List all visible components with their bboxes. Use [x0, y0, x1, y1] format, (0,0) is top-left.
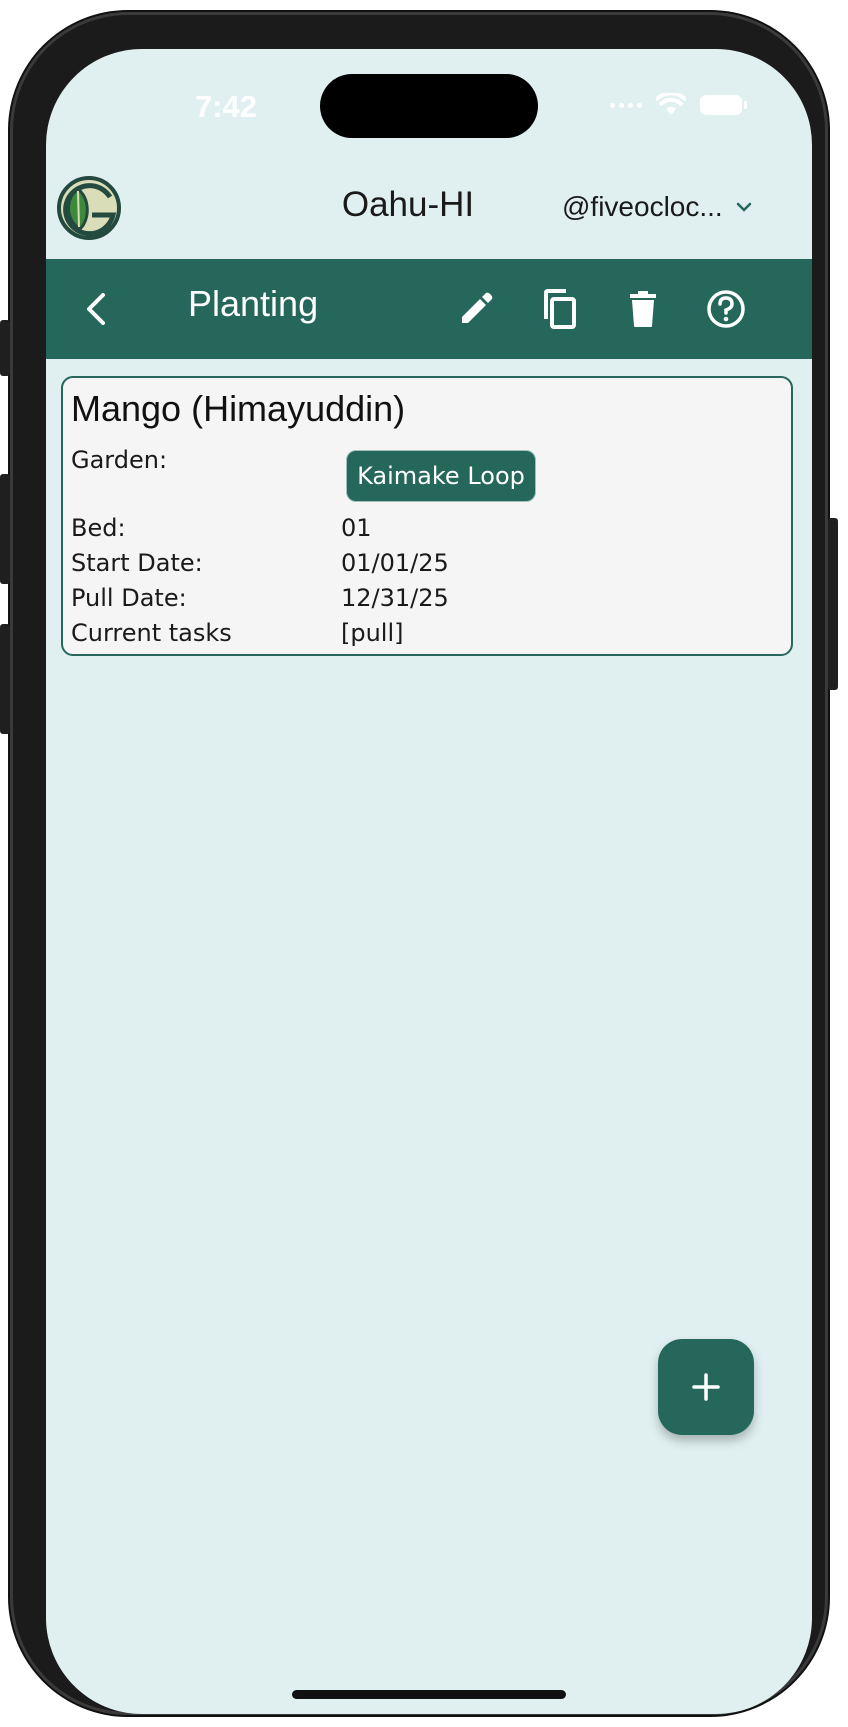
plus-icon	[692, 1373, 720, 1401]
help-circle-icon[interactable]	[704, 287, 748, 331]
planting-name: Mango (Himayuddin)	[71, 388, 406, 429]
power-button	[828, 518, 838, 690]
current-tasks-value: [pull]	[341, 619, 404, 647]
dynamic-island	[320, 74, 538, 138]
volume-up-button	[0, 474, 10, 584]
app-header: Oahu-HI @fiveocloc...	[46, 169, 812, 257]
region-label: Oahu-HI	[341, 185, 475, 224]
planting-card[interactable]: Mango (Himayuddin) Garden: Kaimake Loop …	[61, 376, 793, 656]
status-time: 7:42	[194, 89, 258, 124]
pencil-icon[interactable]	[454, 287, 498, 331]
account-selector[interactable]: @fiveocloc...	[562, 191, 755, 223]
garden-chip-button[interactable]: Kaimake Loop	[346, 450, 536, 502]
home-indicator[interactable]	[292, 1690, 566, 1699]
app-screen: 7:42 Oahu-HI @fiveocloc... Planting Mang…	[46, 49, 812, 1714]
wifi-icon	[656, 93, 686, 115]
bed-value: 01	[341, 514, 372, 542]
copy-icon[interactable]	[538, 287, 582, 331]
pull-date-value: 12/31/25	[341, 584, 449, 612]
trash-icon[interactable]	[621, 287, 665, 331]
add-button[interactable]	[658, 1339, 754, 1435]
phone-frame: 7:42 Oahu-HI @fiveocloc... Planting Mang…	[10, 12, 828, 1715]
garden-logo-icon[interactable]	[56, 175, 122, 241]
start-date-value: 01/01/25	[341, 549, 449, 577]
chevron-down-icon	[736, 202, 751, 212]
battery-icon	[700, 95, 747, 115]
pull-date-label: Pull Date:	[71, 584, 187, 612]
back-arrow-icon[interactable]	[76, 287, 120, 331]
action-button	[0, 320, 10, 376]
current-tasks-label: Current tasks	[71, 619, 232, 647]
volume-down-button	[0, 624, 10, 734]
start-date-label: Start Date:	[71, 549, 203, 577]
page-title: Planting	[188, 283, 319, 324]
page-toolbar: Planting	[46, 259, 812, 359]
garden-label: Garden:	[71, 446, 168, 474]
status-icons	[610, 93, 747, 117]
bed-label: Bed:	[71, 514, 126, 542]
cellular-signal-icon	[610, 102, 642, 108]
account-name: @fiveocloc...	[562, 191, 723, 222]
